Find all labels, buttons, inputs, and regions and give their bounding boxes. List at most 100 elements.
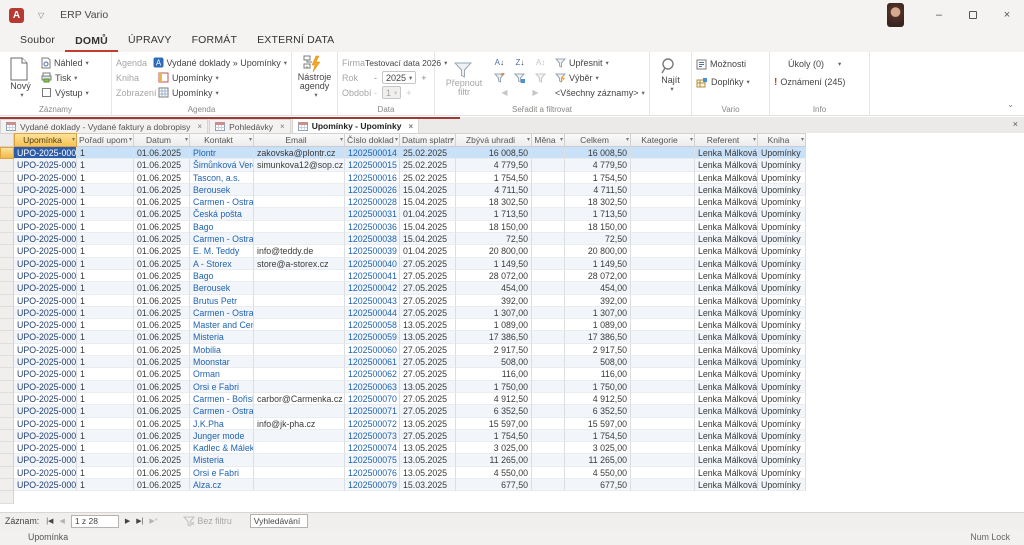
cell-splatnost[interactable]: 27.05.2025 xyxy=(400,295,456,307)
cell-mena[interactable] xyxy=(532,245,565,257)
row-selector[interactable] xyxy=(0,221,14,233)
cell-cislo[interactable]: 1202500062 xyxy=(345,368,400,380)
cell-upominka[interactable]: UPO-2025-00024 xyxy=(14,430,77,442)
cell-celkem[interactable]: 72,50 xyxy=(565,233,631,245)
cell-splatnost[interactable]: 27.05.2025 xyxy=(400,356,456,368)
cell-kniha[interactable]: Upomínky xyxy=(758,467,806,479)
cell-datum[interactable]: 01.06.2025 xyxy=(134,196,190,208)
cell-email[interactable] xyxy=(254,233,345,245)
new-record-nav-button[interactable]: ▶* xyxy=(146,517,160,525)
cell-email[interactable] xyxy=(254,282,345,294)
cell-kniha[interactable]: Upomínky xyxy=(758,233,806,245)
cell-poradi[interactable]: 1 xyxy=(77,233,134,245)
cell-zbyva[interactable]: 18 150,00 xyxy=(456,221,532,233)
cell-mena[interactable] xyxy=(532,208,565,220)
cell-email[interactable] xyxy=(254,307,345,319)
table-row[interactable]: UPO-2025-00021101.06.2025Carmen - Bořisl… xyxy=(0,393,1024,405)
cell-cislo[interactable]: 1202500016 xyxy=(345,172,400,184)
cell-kontakt[interactable]: Orsi e Fabri xyxy=(190,381,254,393)
cell-upominka[interactable]: UPO-2025-00022 xyxy=(14,405,77,417)
cell-celkem[interactable]: 15 597,00 xyxy=(565,418,631,430)
table-row[interactable]: UPO-2025-00001101.06.2025Plontrzakovska@… xyxy=(0,147,1024,159)
cell-email[interactable] xyxy=(254,442,345,454)
cell-kontakt[interactable]: Master and Cen xyxy=(190,319,254,331)
table-row[interactable]: UPO-2025-00022101.06.2025Carmen - Ostra1… xyxy=(0,405,1024,417)
cell-splatnost[interactable]: 15.04.2025 xyxy=(400,196,456,208)
cell-datum[interactable]: 01.06.2025 xyxy=(134,270,190,282)
cell-kontakt[interactable]: Berousek xyxy=(190,282,254,294)
row-selector[interactable] xyxy=(0,172,14,184)
cell-zbyva[interactable]: 11 265,00 xyxy=(456,454,532,466)
cell-kontakt[interactable]: Carmen - Bořisl xyxy=(190,393,254,405)
cell-datum[interactable]: 01.06.2025 xyxy=(134,393,190,405)
cell-cislo[interactable]: 1202500076 xyxy=(345,467,400,479)
firma-selector[interactable]: Testovací data 2026 xyxy=(365,58,441,68)
close-tab-icon[interactable]: × xyxy=(197,122,202,131)
cell-referent[interactable]: Lenka Málková xyxy=(695,172,758,184)
cell-mena[interactable] xyxy=(532,381,565,393)
notifications-button[interactable]: ! Oznámení (245) xyxy=(774,73,865,91)
cell-email[interactable] xyxy=(254,221,345,233)
cell-datum[interactable]: 01.06.2025 xyxy=(134,159,190,171)
cell-kategorie[interactable] xyxy=(631,319,695,331)
table-row[interactable]: UPO-2025-00010101.06.2025A - Storexstore… xyxy=(0,258,1024,270)
cell-referent[interactable]: Lenka Málková xyxy=(695,467,758,479)
cell-email[interactable] xyxy=(254,381,345,393)
cell-cislo[interactable]: 1202500014 xyxy=(345,147,400,159)
cell-kontakt[interactable]: Carmen - Ostra xyxy=(190,405,254,417)
tab-vydane-doklady[interactable]: Vydané doklady - Vydané faktury a dobrop… xyxy=(0,119,208,133)
table-row[interactable]: UPO-2025-00007101.06.2025Bago12025000361… xyxy=(0,221,1024,233)
cell-referent[interactable]: Lenka Málková xyxy=(695,221,758,233)
cell-kontakt[interactable]: Carmen - Ostra xyxy=(190,307,254,319)
column-dropdown-icon[interactable]: ▾ xyxy=(72,134,75,147)
cell-email[interactable] xyxy=(254,454,345,466)
column-dropdown-icon[interactable]: ▾ xyxy=(451,134,454,147)
row-selector[interactable] xyxy=(0,159,14,171)
cell-upominka[interactable]: UPO-2025-00009 xyxy=(14,245,77,257)
cell-kniha[interactable]: Upomínky xyxy=(758,442,806,454)
cell-zbyva[interactable]: 1 754,50 xyxy=(456,430,532,442)
column-dropdown-icon[interactable]: ▾ xyxy=(129,134,132,147)
cell-mena[interactable] xyxy=(532,233,565,245)
cell-splatnost[interactable]: 15.03.2025 xyxy=(400,479,456,491)
last-record-button[interactable]: ▶| xyxy=(133,517,146,525)
row-selector[interactable] xyxy=(0,270,14,282)
table-row[interactable]: UPO-2025-00003101.06.2025Tascon, a.s.120… xyxy=(0,172,1024,184)
cell-kniha[interactable]: Upomínky xyxy=(758,307,806,319)
cell-zbyva[interactable]: 392,00 xyxy=(456,295,532,307)
period-minus-button[interactable]: - xyxy=(374,88,377,98)
column-dropdown-icon[interactable]: ▾ xyxy=(626,134,629,147)
cell-splatnost[interactable]: 13.05.2025 xyxy=(400,319,456,331)
cell-kontakt[interactable]: J.K.Pha xyxy=(190,418,254,430)
cell-email[interactable] xyxy=(254,331,345,343)
cell-celkem[interactable]: 1 754,50 xyxy=(565,430,631,442)
output-button[interactable]: Výstup▾ xyxy=(41,85,89,100)
cell-kategorie[interactable] xyxy=(631,442,695,454)
cell-celkem[interactable]: 18 302,50 xyxy=(565,196,631,208)
cell-poradi[interactable]: 1 xyxy=(77,418,134,430)
row-selector[interactable] xyxy=(0,258,14,270)
advanced-filter-button[interactable]: Upřesnit▾ xyxy=(555,55,645,70)
column-header-poradi[interactable]: Pořadí upom▾ xyxy=(77,133,134,147)
cell-splatnost[interactable]: 15.04.2025 xyxy=(400,221,456,233)
cell-cislo[interactable]: 1202500042 xyxy=(345,282,400,294)
cell-email[interactable] xyxy=(254,344,345,356)
cell-cislo[interactable]: 1202500059 xyxy=(345,331,400,343)
cell-cislo[interactable]: 1202500043 xyxy=(345,295,400,307)
cell-kategorie[interactable] xyxy=(631,258,695,270)
cell-upominka[interactable]: UPO-2025-00028 xyxy=(14,479,77,491)
cell-kategorie[interactable] xyxy=(631,331,695,343)
cell-kontakt[interactable]: Bago xyxy=(190,221,254,233)
cell-upominka[interactable]: UPO-2025-00023 xyxy=(14,418,77,430)
cell-datum[interactable]: 01.06.2025 xyxy=(134,430,190,442)
cell-celkem[interactable]: 1 754,50 xyxy=(565,172,631,184)
cell-kniha[interactable]: Upomínky xyxy=(758,381,806,393)
menu-soubor[interactable]: Soubor xyxy=(10,34,65,52)
cell-email[interactable]: store@a-storex.cz xyxy=(254,258,345,270)
cell-cislo[interactable]: 1202500031 xyxy=(345,208,400,220)
cell-celkem[interactable]: 454,00 xyxy=(565,282,631,294)
row-selector[interactable] xyxy=(0,368,14,380)
cell-datum[interactable]: 01.06.2025 xyxy=(134,418,190,430)
cell-poradi[interactable]: 1 xyxy=(77,331,134,343)
cell-celkem[interactable]: 4 550,00 xyxy=(565,467,631,479)
